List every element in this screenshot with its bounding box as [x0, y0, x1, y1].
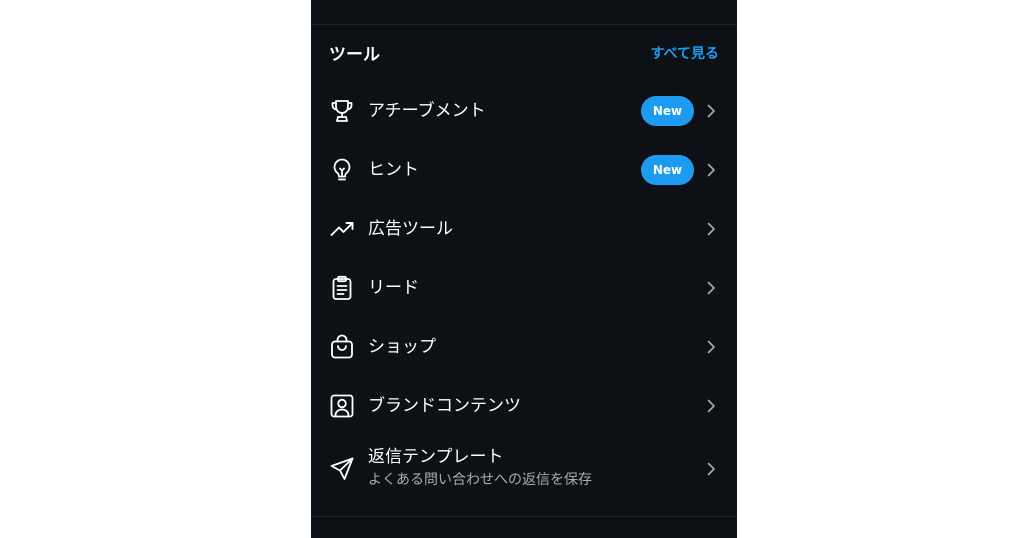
tool-item-label: 返信テンプレート [368, 447, 504, 467]
person-frame-icon [329, 393, 355, 419]
tool-item-label: リード [368, 278, 419, 298]
chevron-right-icon [703, 398, 719, 414]
tool-item-label: 広告ツール [368, 219, 453, 239]
chevron-right-icon [703, 461, 719, 477]
tool-item-shop[interactable]: ショップ [311, 318, 737, 376]
clipboard-icon [329, 275, 355, 301]
shopping-bag-icon [329, 334, 355, 360]
chevron-right-icon [703, 162, 719, 178]
tool-item-description: よくある問い合わせへの返信を保存 [368, 472, 592, 488]
tool-item-label: ヒント [368, 160, 419, 180]
chevron-right-icon [703, 103, 719, 119]
tool-item-label: アチーブメント [368, 101, 486, 121]
tool-item-branded-content[interactable]: ブランドコンテンツ [311, 377, 737, 435]
tool-item-hints[interactable]: ヒント New [311, 141, 737, 199]
tool-item-ad-tools[interactable]: 広告ツール [311, 200, 737, 258]
chevron-right-icon [703, 280, 719, 296]
tool-item-achievements[interactable]: アチーブメント New [311, 82, 737, 140]
new-badge: New [641, 96, 694, 126]
chevron-right-icon [703, 221, 719, 237]
tool-item-label: ブランドコンテンツ [368, 396, 521, 416]
section-title: ツール [329, 45, 380, 65]
section-header: ツール すべて見る [329, 42, 719, 68]
paper-plane-icon [329, 456, 355, 482]
trending-up-icon [329, 216, 355, 242]
trophy-icon [329, 98, 355, 124]
see-all-link[interactable]: すべて見る [651, 42, 719, 66]
tools-panel: ツール すべて見る アチーブメント New ヒント New 広告ツール リード … [311, 0, 737, 538]
tool-item-leads[interactable]: リード [311, 259, 737, 317]
tool-item-reply-templates[interactable]: 返信テンプレート よくある問い合わせへの返信を保存 [311, 436, 737, 502]
new-badge: New [641, 155, 694, 185]
bottom-divider [311, 516, 737, 517]
chevron-right-icon [703, 339, 719, 355]
tool-item-label: ショップ [368, 337, 436, 357]
top-divider [311, 24, 737, 25]
lightbulb-icon [329, 157, 355, 183]
